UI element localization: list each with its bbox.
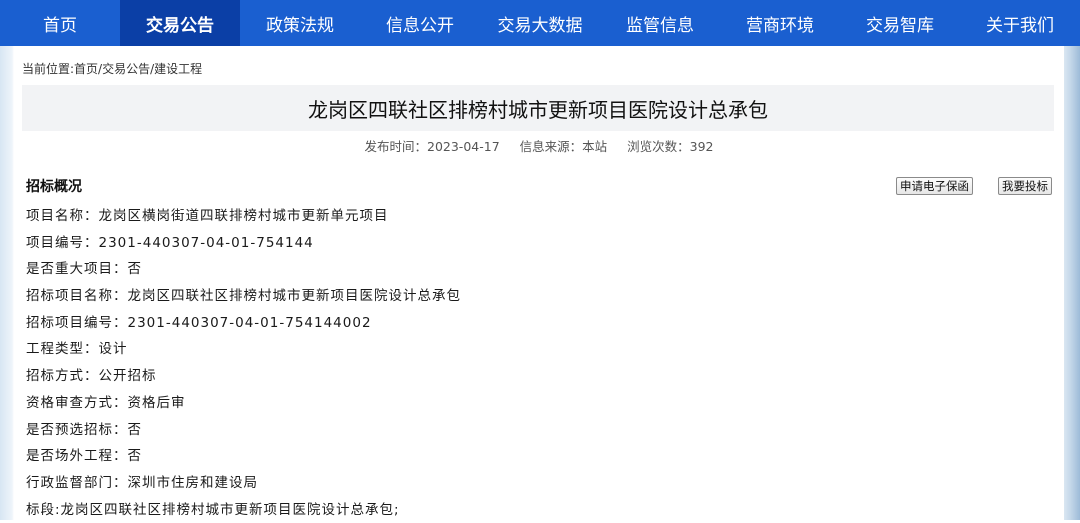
info-source: 信息来源：本站 [519,139,608,154]
nav-item-info-disclosure[interactable]: 信息公开 [360,0,480,46]
view-count: 浏览次数：392 [627,139,714,154]
detail-offsite-project: 是否场外工程：否 [26,448,142,465]
top-navigation: 首页 交易公告 政策法规 信息公开 交易大数据 监管信息 营商环境 交易智库 关… [0,0,1080,46]
detail-project-name: 项目名称：龙岗区横岗街道四联排榜村城市更新单元项目 [26,208,389,224]
nav-item-business-environment[interactable]: 营商环境 [720,0,840,46]
apply-e-guarantee-button[interactable]: 申请电子保函 [896,177,973,195]
article-content: 当前位置:首页/交易公告/建设工程 龙岗区四联社区排榜村城市更新项目医院设计总承… [14,46,1064,520]
detail-tender-project-number: 招标项目编号：2301-440307-04-01-754144002 [26,314,372,331]
nav-item-home[interactable]: 首页 [0,0,120,46]
detail-supervising-department: 行政监督部门：深圳市住房和建设局 [26,474,258,491]
section-heading: 招标概况 [26,179,82,195]
nav-item-policies[interactable]: 政策法规 [240,0,360,46]
nav-item-supervision[interactable]: 监管信息 [600,0,720,46]
page-title: 龙岗区四联社区排榜村城市更新项目医院设计总承包 [308,97,768,122]
detail-major-project: 是否重大项目：否 [26,261,142,278]
title-bar: 龙岗区四联社区排榜村城市更新项目医院设计总承包 [22,85,1054,131]
detail-tender-method: 招标方式：公开招标 [26,368,157,385]
nav-item-trade-announcements[interactable]: 交易公告 [120,0,240,46]
detail-tender-project-name: 招标项目名称：龙岗区四联社区排榜村城市更新项目医院设计总承包 [26,288,461,305]
detail-bid-section: 标段:龙岗区四联社区排榜村城市更新项目医院设计总承包; [26,501,400,518]
nav-item-trade-big-data[interactable]: 交易大数据 [480,0,600,46]
nav-item-about-us[interactable]: 关于我们 [960,0,1080,46]
detail-qualification-review: 资格审查方式：资格后审 [26,394,186,411]
article-meta: 发布时间：2023-04-17 信息来源：本站 浏览次数：392 [14,136,1064,155]
breadcrumb: 当前位置:首页/交易公告/建设工程 [22,62,203,76]
detail-project-number: 项目编号：2301-440307-04-01-754144 [26,234,314,251]
nav-item-think-tank[interactable]: 交易智库 [840,0,960,46]
detail-preselection: 是否预选招标：否 [26,421,142,438]
publish-time: 发布时间：2023-04-17 [364,139,500,154]
submit-bid-button[interactable]: 我要投标 [998,177,1052,195]
tender-details-list: 项目名称：龙岗区横岗街道四联排榜村城市更新单元项目 项目编号：2301-4403… [26,203,461,523]
detail-engineering-type: 工程类型：设计 [26,341,128,358]
